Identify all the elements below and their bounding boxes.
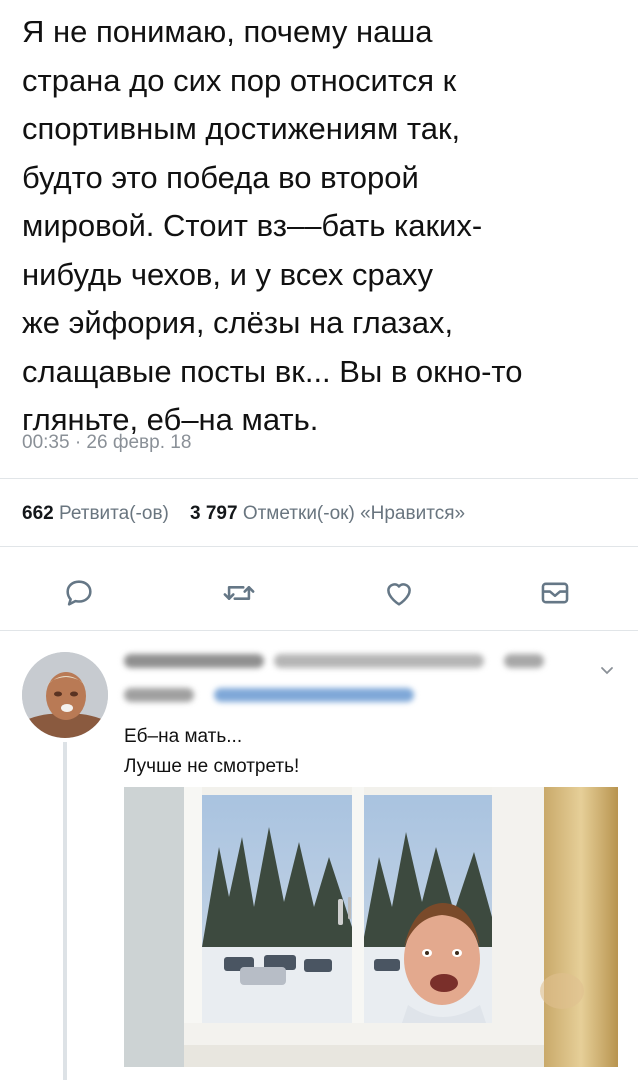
retweets-count[interactable]: 662 <box>22 503 54 524</box>
blurred-replying <box>124 688 194 702</box>
divider <box>0 546 638 547</box>
tweet-line: будто это победа во второй <box>22 159 419 195</box>
window-photo <box>124 787 618 1067</box>
tweet-line: слащавые посты вк... Вы в окно-то <box>22 353 523 389</box>
avatar[interactable] <box>22 652 108 738</box>
chevron-down-button[interactable] <box>596 660 618 682</box>
thread-line <box>63 742 67 1080</box>
tweet-line: спортивным достижениям так, <box>22 111 461 146</box>
tweet-text: Я не понимаю, почему наша страна до сих … <box>22 8 622 445</box>
retweets-label[interactable]: Ретвита(-ов) <box>59 503 169 524</box>
avatar-image <box>22 652 108 738</box>
chevron-down-icon <box>601 667 613 675</box>
retweet-icon <box>223 586 255 600</box>
tweet-line: Я не понимаю, почему наша <box>22 14 433 49</box>
like-button[interactable] <box>382 576 416 610</box>
attached-photo[interactable] <box>124 787 618 1067</box>
divider <box>0 478 638 479</box>
tweet-line: мировой. Стоит вз‒‒бать каких- <box>22 208 483 243</box>
blurred-name <box>124 654 264 668</box>
tweet-line: же эйфория, слёзы на глазах, <box>22 305 454 340</box>
tweet-timestamp[interactable]: 00:35 · 26 февр. 18 <box>22 432 191 454</box>
likes-label[interactable]: Отметки(-ок) «Нравится» <box>243 503 465 524</box>
retweet-button[interactable] <box>222 576 256 610</box>
reply-button[interactable] <box>62 576 96 610</box>
reply-header-blurred <box>124 652 564 702</box>
blurred-time <box>504 654 544 668</box>
message-icon <box>541 582 569 604</box>
message-button[interactable] <box>538 576 572 610</box>
tweet-line: страна до сих пор относится к <box>22 62 457 98</box>
blurred-mention <box>214 688 414 702</box>
likes-count[interactable]: 3 797 <box>190 503 238 524</box>
blurred-handle <box>274 654 484 668</box>
reply-text: Еб‒на мать... Лучше не смотреть! <box>124 722 299 782</box>
tweet-line: нибудь чехов, и у всех сраху <box>22 256 433 292</box>
divider <box>0 630 638 631</box>
reply-icon <box>66 580 92 606</box>
reply-text-line: Еб‒на мать... <box>124 726 243 747</box>
reply-text-line: Лучше не смотреть! <box>124 756 300 777</box>
tweet-stats: 662 Ретвита(-ов) 3 797 Отметки(-ок) «Нра… <box>22 503 465 525</box>
tweet-actions <box>0 568 638 618</box>
like-icon <box>387 583 411 606</box>
